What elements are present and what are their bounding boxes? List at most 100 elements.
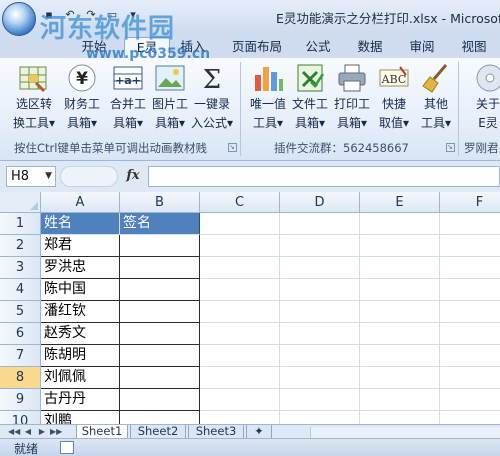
office-button[interactable] — [2, 2, 36, 36]
prev-sheet-icon[interactable]: ◀ — [22, 426, 34, 438]
quick-value-button[interactable]: ABC 快捷 取值▾ — [370, 62, 418, 138]
cell-a7[interactable]: 陈胡明 — [41, 345, 120, 367]
cell-b3[interactable] — [120, 257, 200, 279]
cell-e5[interactable] — [360, 301, 440, 323]
formula-input[interactable] — [148, 166, 500, 187]
customize-qat-icon[interactable]: ▾ — [124, 5, 142, 23]
row-header-8[interactable]: 8 — [0, 367, 41, 389]
cell-e3[interactable] — [360, 257, 440, 279]
column-header-c[interactable]: C — [200, 192, 280, 213]
cell-e1[interactable] — [360, 213, 440, 235]
cell-b10[interactable] — [120, 411, 200, 424]
cell-a2[interactable]: 郑君 — [41, 235, 120, 257]
row-header-5[interactable]: 5 — [0, 301, 41, 323]
column-header-d[interactable]: D — [280, 192, 360, 213]
cell-b4[interactable] — [120, 279, 200, 301]
dialog-launcher-icon[interactable]: ↘ — [446, 143, 455, 152]
about-eling-button[interactable]: 关于 E灵 — [464, 62, 500, 138]
cell-a4[interactable]: 陈中国 — [41, 279, 120, 301]
cell-c9[interactable] — [200, 389, 280, 411]
tab-data[interactable]: 数据 — [350, 37, 390, 58]
cell-d9[interactable] — [280, 389, 360, 411]
cell-c3[interactable] — [200, 257, 280, 279]
insert-function-icon[interactable]: fx — [120, 166, 146, 187]
tab-formulas[interactable]: 公式 — [298, 37, 338, 58]
sheet-tab-2[interactable]: Sheet2 — [130, 425, 186, 439]
cell-a5[interactable]: 潘红钦 — [41, 301, 120, 323]
cell-a6[interactable]: 赵秀文 — [41, 323, 120, 345]
column-header-a[interactable]: A — [41, 192, 120, 213]
first-sheet-icon[interactable]: ◀◀ — [8, 426, 20, 438]
row-header-9[interactable]: 9 — [0, 389, 41, 411]
file-tools-button[interactable]: 文件工 具箱▾ — [286, 62, 334, 138]
cell-b7[interactable] — [120, 345, 200, 367]
cell-f4[interactable] — [440, 279, 500, 301]
cell-d2[interactable] — [280, 235, 360, 257]
chevron-down-icon[interactable]: ▼ — [45, 167, 52, 186]
last-sheet-icon[interactable]: ▶▶ — [50, 426, 62, 438]
cell-d4[interactable] — [280, 279, 360, 301]
row-header-3[interactable]: 3 — [0, 257, 41, 279]
cell-d3[interactable] — [280, 257, 360, 279]
cell-c8[interactable] — [200, 367, 280, 389]
unique-values-button[interactable]: 唯一值 工具▾ — [244, 62, 292, 138]
cell-b9[interactable] — [120, 389, 200, 411]
row-header-6[interactable]: 6 — [0, 323, 41, 345]
column-header-f[interactable]: F — [440, 192, 500, 213]
cell-f5[interactable] — [440, 301, 500, 323]
horizontal-scrollbar[interactable] — [310, 427, 500, 438]
cell-f7[interactable] — [440, 345, 500, 367]
tab-view[interactable]: 视图 — [454, 37, 494, 58]
row-header-7[interactable]: 7 — [0, 345, 41, 367]
worksheet-grid[interactable]: A B C D E F 1 姓名 签名 2 郑君 3 罗洪忠 4 陈中国 5 潘红钦 6 赵秀文 7 陈胡明 8 刘佩佩 9 古… — [0, 192, 500, 424]
column-header-b[interactable]: B — [120, 192, 200, 213]
sheet-tab-1[interactable]: Sheet1 — [76, 425, 128, 439]
cell-c7[interactable] — [200, 345, 280, 367]
tab-eling[interactable]: E灵 — [124, 37, 170, 58]
cell-f10[interactable] — [440, 411, 500, 424]
cell-d1[interactable] — [280, 213, 360, 235]
cell-c2[interactable] — [200, 235, 280, 257]
select-all-corner[interactable] — [0, 192, 41, 213]
selection-convert-button[interactable]: 选区转 换工具▾ — [10, 62, 58, 138]
cell-e10[interactable] — [360, 411, 440, 424]
cell-f9[interactable] — [440, 389, 500, 411]
cell-c5[interactable] — [200, 301, 280, 323]
next-sheet-icon[interactable]: ▶ — [36, 426, 48, 438]
cell-b2[interactable] — [120, 235, 200, 257]
tab-page-layout[interactable]: 页面布局 — [226, 37, 288, 58]
cell-d7[interactable] — [280, 345, 360, 367]
cell-e8[interactable] — [360, 367, 440, 389]
picture-tools-button[interactable]: 图片工 具箱▾ — [146, 62, 194, 138]
cell-b1[interactable]: 签名 — [120, 213, 200, 235]
cell-a3[interactable]: 罗洪忠 — [41, 257, 120, 279]
cell-a8[interactable]: 刘佩佩 — [41, 367, 120, 389]
cell-f1[interactable] — [440, 213, 500, 235]
name-box[interactable]: H8 ▼ — [6, 166, 56, 187]
cell-e6[interactable] — [360, 323, 440, 345]
cell-d8[interactable] — [280, 367, 360, 389]
cell-c10[interactable] — [200, 411, 280, 424]
tab-review[interactable]: 审阅 — [402, 37, 442, 58]
cell-f3[interactable] — [440, 257, 500, 279]
cell-d5[interactable] — [280, 301, 360, 323]
cell-f6[interactable] — [440, 323, 500, 345]
cell-f8[interactable] — [440, 367, 500, 389]
column-header-e[interactable]: E — [360, 192, 440, 213]
dialog-launcher-icon[interactable]: ↘ — [228, 143, 237, 152]
insert-sheet-icon[interactable]: ✦ — [246, 425, 272, 439]
print-tools-button[interactable]: 打印工 具箱▾ — [328, 62, 376, 138]
tab-insert[interactable]: 插入 — [174, 37, 212, 58]
cell-d10[interactable] — [280, 411, 360, 424]
cell-f2[interactable] — [440, 235, 500, 257]
redo-icon[interactable]: ↷ — [82, 5, 100, 23]
cell-e9[interactable] — [360, 389, 440, 411]
cell-e4[interactable] — [360, 279, 440, 301]
cell-c4[interactable] — [200, 279, 280, 301]
cell-e2[interactable] — [360, 235, 440, 257]
formula-bar-splitter[interactable] — [60, 166, 118, 187]
open-icon[interactable]: ▭ — [103, 5, 121, 23]
cell-b8[interactable] — [120, 367, 200, 389]
save-icon[interactable]: ▪ — [40, 5, 58, 23]
finance-tools-button[interactable]: ¥ 财务工 具箱▾ — [58, 62, 106, 138]
